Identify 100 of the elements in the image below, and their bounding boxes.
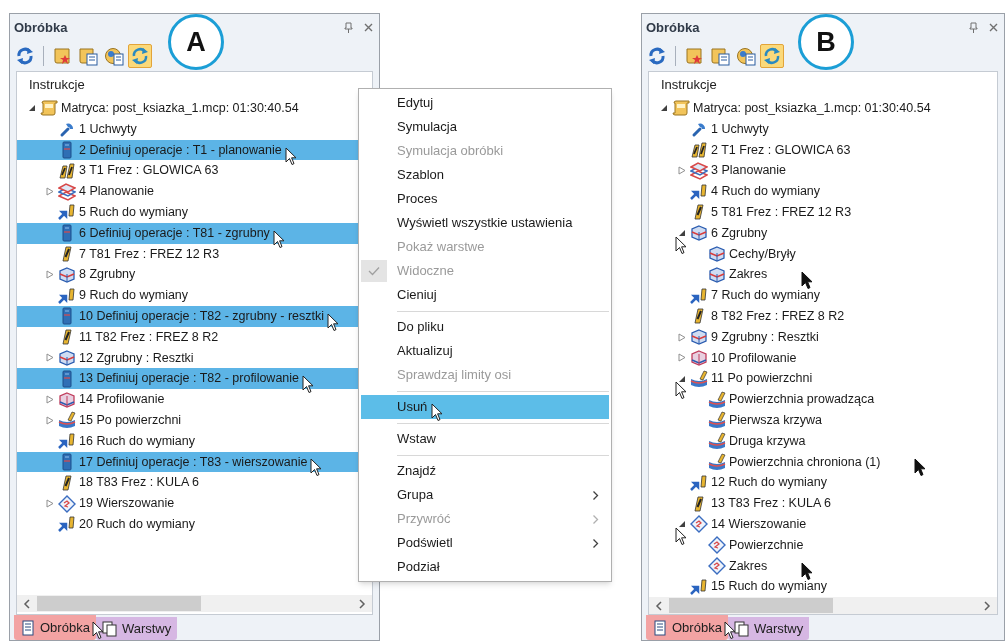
tree-item[interactable]: 1 Uchwyty	[649, 118, 997, 140]
tree-item[interactable]: 13 T83 Frez : KULA 6	[649, 493, 997, 514]
tree-item[interactable]: Powierzchnia chroniona (1)	[649, 451, 997, 473]
expand-toggle[interactable]	[660, 104, 668, 113]
surface-icon	[690, 369, 708, 388]
item-label: 4 Ruch do wymiany	[711, 183, 821, 201]
surface-icon	[708, 432, 726, 451]
arrow-cutter-icon	[58, 286, 76, 305]
scroll-icon	[672, 99, 690, 118]
pin-icon[interactable]	[344, 22, 353, 33]
close-icon[interactable]	[364, 23, 373, 32]
item-label: 13 Definiuj operacje : T82 - profilowanie	[79, 370, 300, 388]
tree-item[interactable]: Powierzchnia prowadząca	[649, 389, 997, 410]
pointer-icon	[675, 526, 687, 546]
disc-document-icon	[736, 46, 756, 66]
pin-icon[interactable]	[969, 22, 978, 33]
tree-item[interactable]: Cechy/Bryły	[649, 243, 997, 265]
horizontal-scrollbar[interactable]	[17, 595, 372, 612]
cube-icon	[708, 265, 726, 284]
close-icon[interactable]	[989, 23, 998, 32]
expand-toggle[interactable]	[46, 415, 54, 425]
diamond-icon	[708, 536, 726, 555]
item-label: 2 T1 Frez : GLOWICA 63	[711, 141, 851, 159]
cutter-icon	[690, 141, 708, 159]
tree-item[interactable]: 2 T1 Frez : GLOWICA 63	[649, 139, 997, 161]
tree-item[interactable]: 11 Po powierzchni	[649, 368, 997, 390]
tree-item[interactable]: Zakres	[649, 555, 997, 577]
tree-item[interactable]: 15 Ruch do wymiany	[649, 576, 997, 598]
cube-icon	[708, 244, 726, 263]
menu-item[interactable]: Usuń	[361, 395, 609, 419]
tree-item[interactable]: Druga krzywa	[649, 430, 997, 452]
cube-icon	[690, 224, 708, 243]
scrollbar-thumb[interactable]	[669, 598, 833, 614]
tree-item[interactable]: 9 Zgrubny : Resztki	[649, 326, 997, 348]
refresh-icon	[647, 46, 667, 66]
expand-toggle[interactable]	[46, 395, 54, 405]
item-label: 8 T82 Frez : FREZ 8 R2	[711, 308, 845, 325]
tree-item[interactable]: Matryca: post_ksiazka_1.mcp: 01:30:40.54	[649, 98, 997, 119]
expand-toggle[interactable]	[46, 353, 54, 363]
expand-toggle[interactable]	[678, 166, 686, 176]
tree-item[interactable]: 7 Ruch do wymiany	[649, 285, 997, 306]
item-label: 16 Ruch do wymiany	[79, 432, 196, 450]
panel-tab[interactable]: Warstwy	[95, 617, 178, 640]
tree-item[interactable]: 12 Ruch do wymiany	[649, 472, 997, 494]
toolbar-button[interactable]	[128, 44, 152, 68]
pointer-icon	[914, 458, 927, 478]
tree-item[interactable]: 10 Profilowanie	[649, 347, 997, 369]
layers-icon	[690, 161, 708, 180]
arrow-cutter-icon	[690, 577, 708, 596]
tree-item[interactable]: 8 T82 Frez : FREZ 8 R2	[649, 305, 997, 327]
scroll-icon	[40, 99, 58, 118]
panel-tab[interactable]: Warstwy	[727, 617, 810, 640]
scrollbar-thumb[interactable]	[37, 596, 201, 611]
pointer-icon	[302, 375, 315, 395]
item-label: 7 Ruch do wymiany	[711, 287, 821, 305]
cube-icon	[58, 390, 76, 409]
pointer-icon	[801, 562, 814, 582]
item-label: 15 Ruch do wymiany	[711, 578, 828, 596]
item-label: Druga krzywa	[729, 432, 806, 450]
tree-item[interactable]: 14 Wierszowanie	[649, 513, 997, 535]
pointer-icon	[327, 312, 340, 332]
horizontal-scrollbar[interactable]	[649, 597, 997, 614]
item-label: 13 T83 Frez : KULA 6	[711, 495, 831, 513]
diamond-icon	[690, 515, 708, 534]
pointer-icon	[675, 381, 687, 401]
surface-icon	[58, 411, 76, 430]
tree-item[interactable]: Powierzchnie	[649, 534, 997, 556]
arrow-cutter-icon	[690, 182, 708, 201]
cube-icon	[690, 348, 708, 367]
refresh-icon	[15, 46, 35, 66]
expand-toggle[interactable]	[46, 187, 54, 197]
item-label: 1 Uchwyty	[711, 120, 769, 138]
menu-item[interactable]: Podział	[361, 555, 609, 579]
tree-item[interactable]: 4 Ruch do wymiany	[649, 181, 997, 202]
expand-toggle[interactable]	[46, 270, 54, 280]
tree-item[interactable]: Zakres	[649, 264, 997, 286]
tree-item[interactable]: 6 Zgrubny	[649, 222, 997, 244]
toolbar-button[interactable]	[760, 44, 784, 68]
arrow-cutter-icon	[690, 286, 708, 305]
expand-toggle[interactable]	[678, 374, 686, 383]
tree-item[interactable]: 5 T81 Frez : FREZ 12 R3	[649, 202, 997, 223]
item-label: Powierzchnie	[729, 536, 804, 554]
item-label: 14 Wierszowanie	[711, 515, 807, 533]
expand-toggle[interactable]	[678, 353, 686, 363]
item-label: 2 Definiuj operacje : T1 - planowanie	[79, 141, 282, 159]
arrow-cutter-icon	[690, 473, 708, 492]
item-label: Powierzchnia prowadząca	[729, 391, 875, 409]
pointer-icon	[284, 146, 297, 166]
disc-document-icon	[104, 46, 124, 66]
expand-toggle[interactable]	[678, 229, 686, 238]
expand-toggle[interactable]	[46, 499, 54, 509]
tree-item[interactable]: 3 Planowanie	[649, 160, 997, 182]
document-icon	[652, 619, 667, 636]
item-label: 14 Profilowanie	[79, 391, 165, 409]
item-label: 4 Planowanie	[79, 183, 155, 201]
expand-toggle[interactable]	[678, 332, 686, 342]
expand-toggle[interactable]	[678, 520, 686, 529]
expand-toggle[interactable]	[28, 104, 36, 113]
tree-item[interactable]: Pierwsza krzywa	[649, 409, 997, 431]
item-label: 9 Zgrubny : Resztki	[711, 328, 819, 346]
